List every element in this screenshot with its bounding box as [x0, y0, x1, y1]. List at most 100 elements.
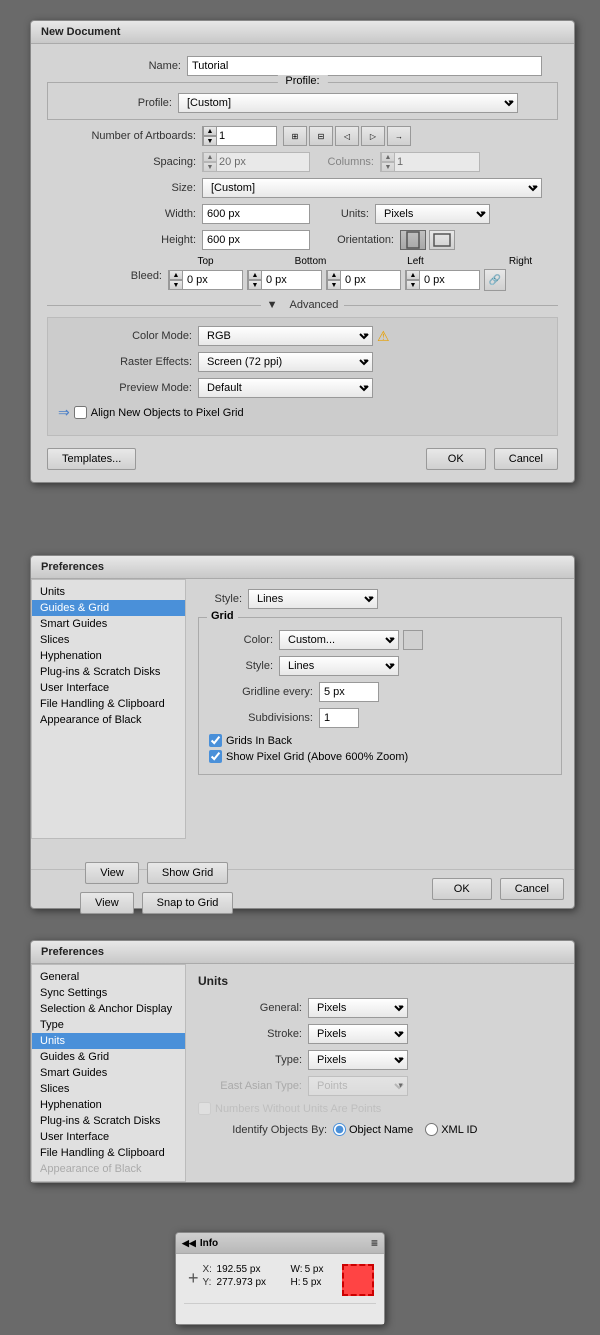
info-panel-menu-icon[interactable]: ≡: [371, 1236, 378, 1250]
prefs-east-asian-label: East Asian Type:: [198, 1080, 308, 1092]
guide-style-select[interactable]: Lines Dots: [248, 589, 378, 609]
show-pixel-grid-checkbox[interactable]: [209, 750, 222, 763]
portrait-orientation-icon[interactable]: [400, 230, 426, 250]
artboards-down-btn[interactable]: ▼: [203, 136, 217, 146]
prefs-general-select[interactable]: Pixels Points Inches: [308, 998, 408, 1018]
size-select[interactable]: [Custom]: [202, 178, 542, 198]
grids-in-back-checkbox[interactable]: [209, 734, 222, 747]
grid-color-swatch[interactable]: [403, 630, 423, 650]
grid-color-select[interactable]: Custom...: [279, 630, 399, 650]
prefs-sidebar-units[interactable]: Units: [32, 1033, 185, 1049]
height-label: Height:: [47, 234, 202, 246]
columns-label: Columns:: [310, 156, 380, 168]
snap-to-grid-button[interactable]: Snap to Grid: [142, 892, 234, 914]
prefs-sidebar-file-handling[interactable]: File Handling & Clipboard: [32, 1145, 185, 1161]
guides-ok-button[interactable]: OK: [432, 878, 492, 900]
sidebar-item-ui[interactable]: User Interface: [32, 680, 185, 696]
spacing-up-btn[interactable]: ▲: [203, 152, 217, 162]
sidebar-item-smart-guides[interactable]: Smart Guides: [32, 616, 185, 632]
xml-id-radio[interactable]: [425, 1123, 438, 1136]
object-name-radio[interactable]: [333, 1123, 346, 1136]
preview-mode-select[interactable]: Default: [198, 378, 373, 398]
bleed-right-label: Right: [483, 256, 558, 267]
prefs-sidebar-selection[interactable]: Selection & Anchor Display: [32, 1001, 185, 1017]
arrange-grid-icon[interactable]: ⊞: [283, 126, 307, 146]
prefs-type-select[interactable]: Pixels Points: [308, 1050, 408, 1070]
columns-input[interactable]: [395, 152, 470, 172]
sidebar-item-guides-grid[interactable]: Guides & Grid: [32, 600, 185, 616]
prefs-type-label: Type:: [198, 1054, 308, 1066]
prefs-sidebar-slices[interactable]: Slices: [32, 1081, 185, 1097]
pixel-align-checkbox[interactable]: [74, 406, 87, 419]
prefs-sidebar-guides[interactable]: Guides & Grid: [32, 1049, 185, 1065]
guides-cancel-button[interactable]: Cancel: [500, 878, 564, 900]
prefs-sidebar-sync[interactable]: Sync Settings: [32, 985, 185, 1001]
sidebar-item-appearance[interactable]: Appearance of Black: [32, 712, 185, 728]
show-pixel-grid-label: Show Pixel Grid (Above 600% Zoom): [226, 751, 408, 763]
units-select[interactable]: Pixels: [375, 204, 490, 224]
sidebar-item-units[interactable]: Units: [32, 584, 185, 600]
grid-style-select[interactable]: Lines Dots: [279, 656, 399, 676]
show-grid-row: View Show Grid: [80, 862, 233, 884]
landscape-orientation-icon[interactable]: [429, 230, 455, 250]
bleed-left-up-btn[interactable]: ▲: [327, 270, 341, 280]
view-button-2[interactable]: View: [80, 892, 134, 914]
link-bleed-icon[interactable]: 🔗: [484, 269, 506, 291]
bleed-bottom-up-btn[interactable]: ▲: [248, 270, 262, 280]
sidebar-item-file-handling[interactable]: File Handling & Clipboard: [32, 696, 185, 712]
info-panel-collapse-icon[interactable]: ◀◀: [182, 1238, 196, 1249]
sidebar-item-plugins[interactable]: Plug-ins & Scratch Disks: [32, 664, 185, 680]
bleed-top-up-btn[interactable]: ▲: [169, 270, 183, 280]
xml-id-label: XML ID: [441, 1124, 477, 1136]
templates-button[interactable]: Templates...: [47, 448, 136, 470]
prefs-sidebar-hyphenation[interactable]: Hyphenation: [32, 1097, 185, 1113]
raster-effects-select[interactable]: Screen (72 ppi): [198, 352, 373, 372]
bleed-left-label: Left: [378, 256, 453, 267]
arrange-row-icon[interactable]: ⊟: [309, 126, 333, 146]
prefs-sidebar-plugins[interactable]: Plug-ins & Scratch Disks: [32, 1113, 185, 1129]
arrange-arrow-icon[interactable]: →: [387, 126, 411, 146]
prefs-stroke-select[interactable]: Pixels Points: [308, 1024, 408, 1044]
bleed-bottom-input[interactable]: [262, 270, 312, 290]
bleed-left-input[interactable]: [341, 270, 391, 290]
grid-color-label: Color:: [209, 634, 279, 646]
gridline-every-input[interactable]: [319, 682, 379, 702]
color-mode-select[interactable]: RGB: [198, 326, 373, 346]
height-input[interactable]: [202, 230, 310, 250]
bleed-right-up-btn[interactable]: ▲: [406, 270, 420, 280]
sidebar-item-hyphenation[interactable]: Hyphenation: [32, 648, 185, 664]
profile-label: Profile:: [58, 97, 178, 109]
show-grid-button[interactable]: Show Grid: [147, 862, 228, 884]
bleed-top-input[interactable]: [183, 270, 233, 290]
bleed-left-down-btn[interactable]: ▼: [327, 280, 341, 290]
ok-button[interactable]: OK: [426, 448, 486, 470]
artboards-input[interactable]: [217, 126, 267, 146]
profile-select[interactable]: [Custom]: [178, 93, 518, 113]
bleed-right-down-btn[interactable]: ▼: [406, 280, 420, 290]
prefs-sidebar-smart-guides[interactable]: Smart Guides: [32, 1065, 185, 1081]
name-input[interactable]: [187, 56, 542, 76]
width-input[interactable]: [202, 204, 310, 224]
view-button-1[interactable]: View: [85, 862, 139, 884]
bleed-top-down-btn[interactable]: ▼: [169, 280, 183, 290]
prefs-sidebar-ui[interactable]: User Interface: [32, 1129, 185, 1145]
columns-up-btn[interactable]: ▲: [381, 152, 395, 162]
prefs-general-label: General:: [198, 1002, 308, 1014]
prefs-sidebar-general[interactable]: General: [32, 969, 185, 985]
sidebar-item-slices[interactable]: Slices: [32, 632, 185, 648]
cancel-button[interactable]: Cancel: [494, 448, 558, 470]
arrange-left-icon[interactable]: ◁: [335, 126, 359, 146]
guides-grid-dialog: Preferences Units Guides & Grid Smart Gu…: [30, 555, 575, 909]
h-value: 5 px: [303, 1277, 322, 1288]
artboards-up-btn[interactable]: ▲: [203, 126, 217, 136]
columns-down-btn[interactable]: ▼: [381, 162, 395, 172]
spacing-down-btn[interactable]: ▼: [203, 162, 217, 172]
arrange-right-icon[interactable]: ▷: [361, 126, 385, 146]
prefs-sidebar-appearance[interactable]: Appearance of Black: [32, 1161, 185, 1177]
bleed-right-input[interactable]: [420, 270, 470, 290]
bleed-label: Bleed:: [47, 256, 168, 282]
prefs-sidebar-type[interactable]: Type: [32, 1017, 185, 1033]
subdivisions-input[interactable]: [319, 708, 359, 728]
spacing-input[interactable]: [217, 152, 297, 172]
bleed-bottom-down-btn[interactable]: ▼: [248, 280, 262, 290]
